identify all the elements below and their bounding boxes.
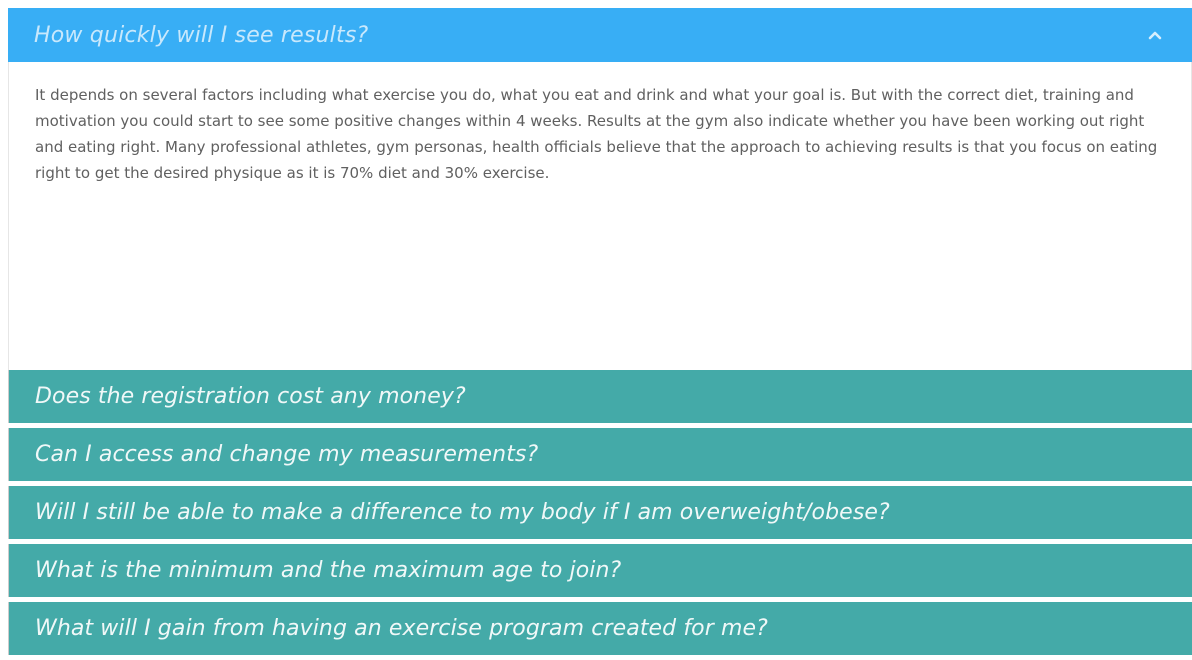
faq-item[interactable]: What is the minimum and the maximum age …: [8, 544, 1192, 597]
faq-question: What will I gain from having an exercise…: [35, 616, 768, 641]
chevron-up-icon[interactable]: [1144, 24, 1166, 46]
faq-question: Will I still be able to make a differenc…: [35, 500, 890, 525]
faq-item[interactable]: Does the registration cost any money?: [8, 370, 1192, 423]
faq-item[interactable]: What will I gain from having an exercise…: [8, 602, 1192, 655]
faq-accordion: How quickly will I see results? It depen…: [8, 8, 1192, 660]
faq-item[interactable]: Will I still be able to make a differenc…: [8, 486, 1192, 539]
faq-answer: It depends on several factors including …: [35, 86, 1158, 182]
faq-answer-panel: It depends on several factors including …: [8, 62, 1192, 370]
faq-question: How quickly will I see results?: [34, 22, 369, 48]
faq-item-active-header[interactable]: How quickly will I see results?: [8, 8, 1192, 62]
faq-question: Does the registration cost any money?: [35, 384, 466, 409]
faq-question: Can I access and change my measurements?: [35, 442, 539, 467]
faq-item[interactable]: Can I access and change my measurements?: [8, 428, 1192, 481]
faq-question: What is the minimum and the maximum age …: [35, 558, 622, 583]
